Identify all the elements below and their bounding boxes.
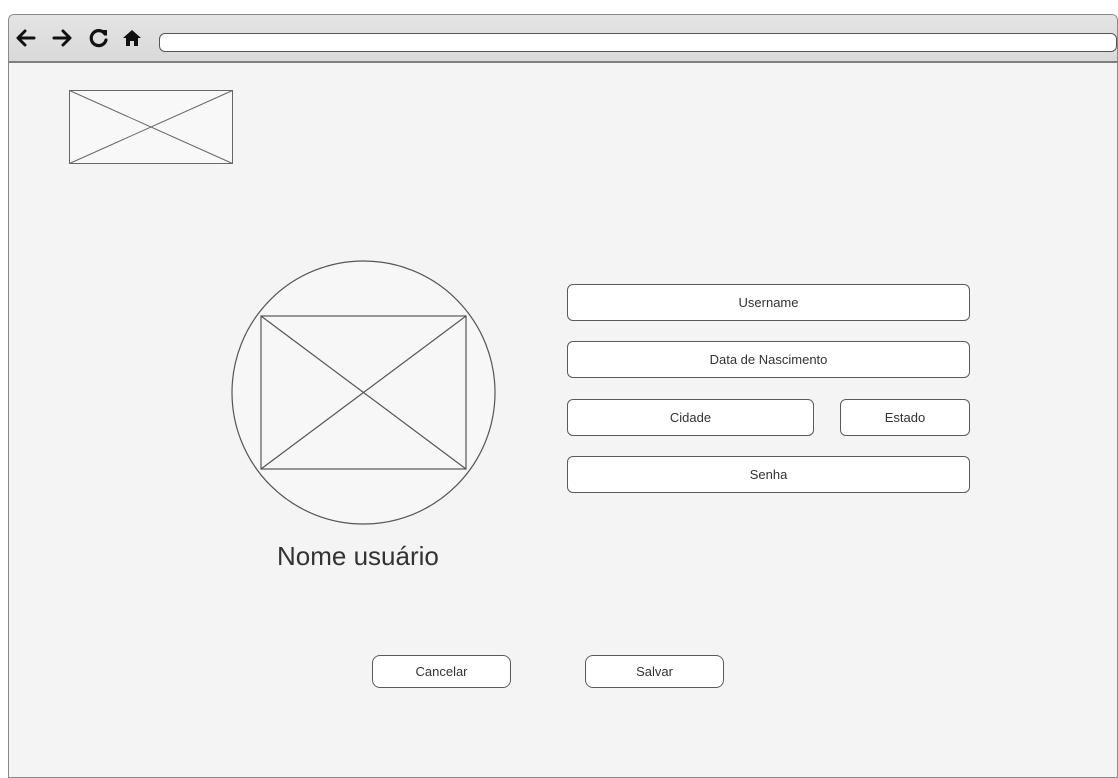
state-field[interactable]: Estado: [840, 399, 970, 436]
reload-icon[interactable]: [86, 25, 112, 51]
city-field[interactable]: Cidade: [567, 399, 814, 436]
image-placeholder-icon: [260, 315, 467, 470]
birth-date-field[interactable]: Data de Nascimento: [567, 341, 970, 378]
password-field[interactable]: Senha: [567, 456, 970, 493]
forward-icon[interactable]: [49, 25, 75, 51]
address-bar[interactable]: [159, 33, 1117, 52]
username-field[interactable]: Username: [567, 284, 970, 321]
user-name-label: Nome usuário: [277, 541, 439, 571]
home-icon[interactable]: [119, 25, 145, 51]
back-icon[interactable]: [13, 25, 39, 51]
cancel-button[interactable]: Cancelar: [372, 655, 511, 688]
image-placeholder-icon: [69, 90, 233, 164]
avatar[interactable]: [231, 260, 496, 525]
browser-window: Nome usuário Username Data de Nascimento…: [8, 14, 1118, 778]
logo-placeholder: [69, 90, 233, 164]
save-button[interactable]: Salvar: [585, 655, 724, 688]
browser-toolbar: [9, 15, 1117, 63]
